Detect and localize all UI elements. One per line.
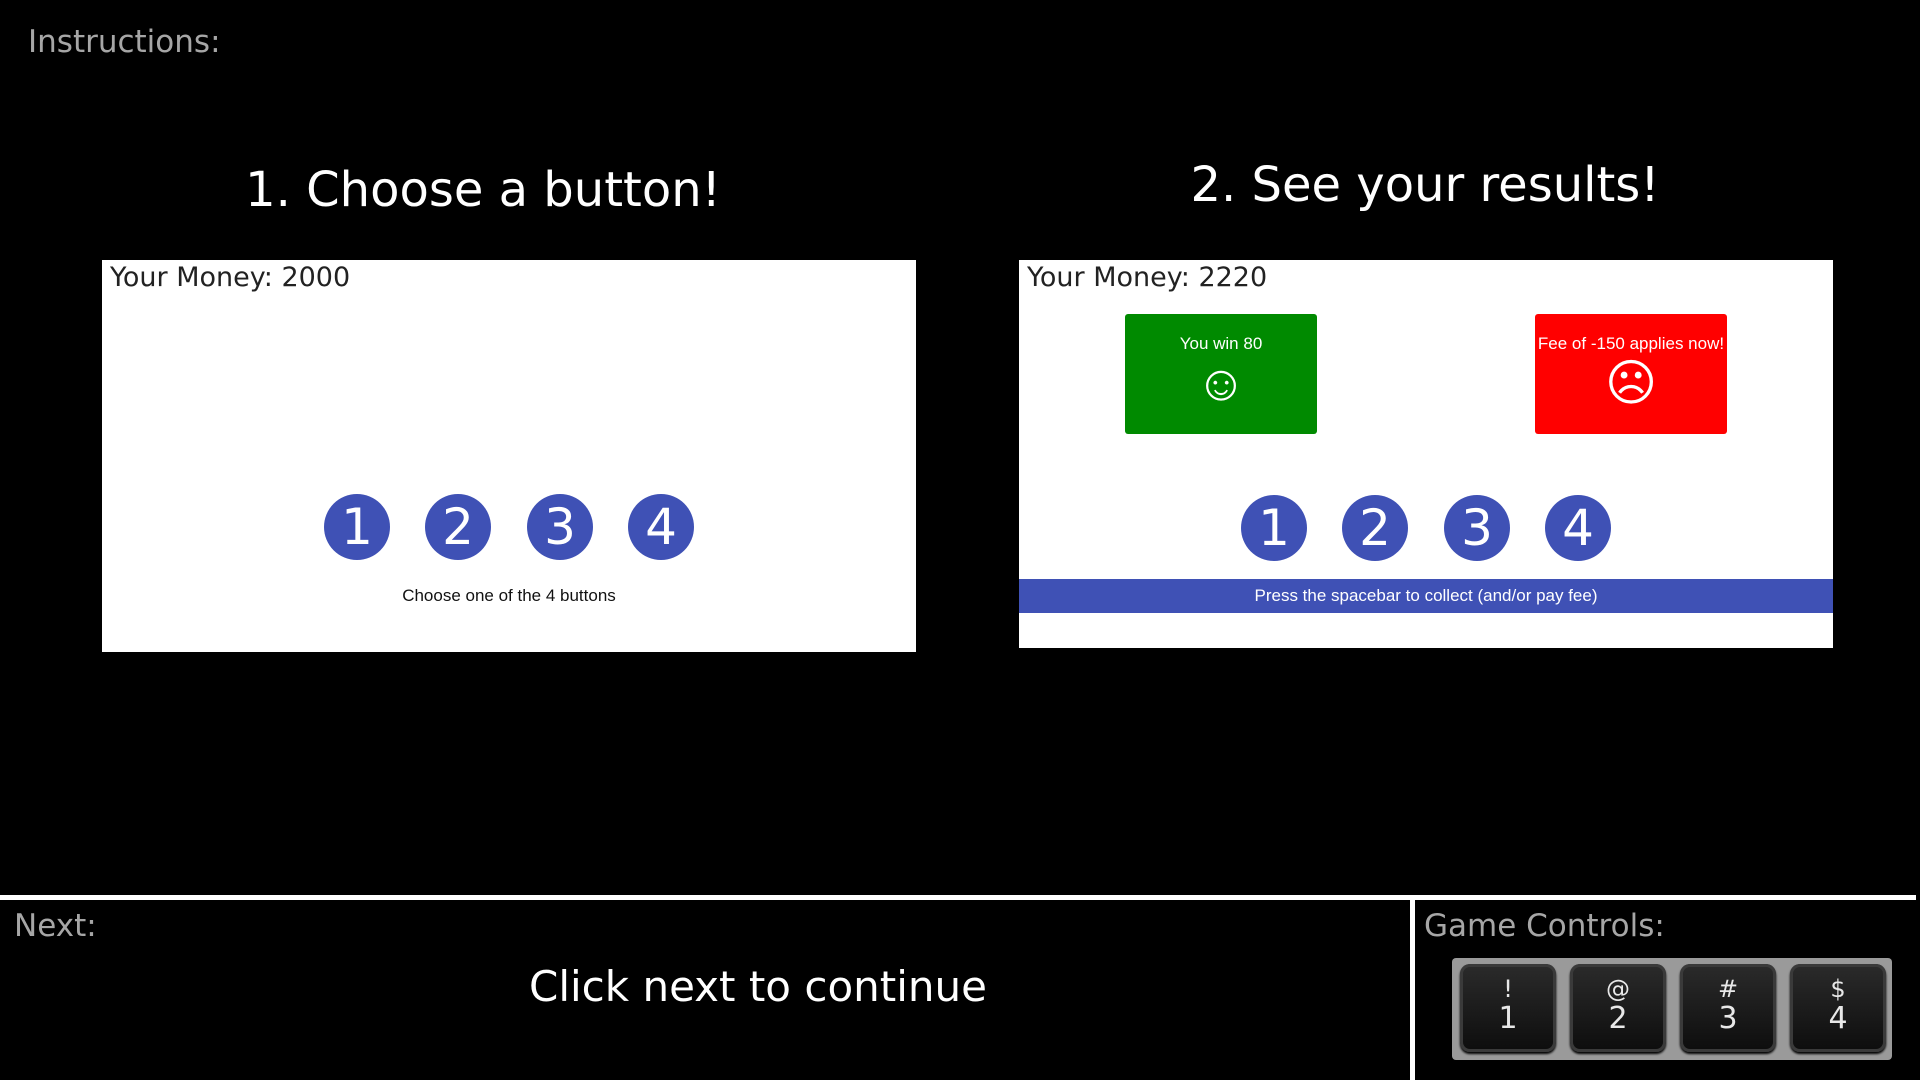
choice-button-1[interactable]: 1 xyxy=(1241,495,1307,561)
win-result-text: You win 80 xyxy=(1179,334,1263,353)
choice-button-4[interactable]: 4 xyxy=(628,494,694,560)
next-label: Next: xyxy=(14,908,97,944)
step2-panel: Your Money: 2220 You win 80 ☺ Fee of -15… xyxy=(1019,260,1833,648)
step1-panel: Your Money: 2000 1 2 3 4 Choose one of t… xyxy=(102,260,916,652)
choice-button-3[interactable]: 3 xyxy=(1444,495,1510,561)
money-display: Your Money: 2000 xyxy=(110,262,351,293)
game-controls-label: Game Controls: xyxy=(1424,908,1665,944)
next-instruction: Click next to continue xyxy=(529,962,987,1011)
key-3: # 3 xyxy=(1680,964,1776,1052)
footer-divider xyxy=(0,895,1916,900)
key-1: ! 1 xyxy=(1460,964,1556,1052)
keyboard-keys-image: ! 1 @ 2 # 3 $ 4 xyxy=(1452,958,1892,1060)
choice-button-2[interactable]: 2 xyxy=(1342,495,1408,561)
choice-button-3[interactable]: 3 xyxy=(527,494,593,560)
choose-hint: Choose one of the 4 buttons xyxy=(402,586,616,605)
smiley-face-icon: ☺ xyxy=(1195,355,1247,411)
key-2: @ 2 xyxy=(1570,964,1666,1052)
step2-title: 2. See your results! xyxy=(1190,157,1660,213)
choice-button-2[interactable]: 2 xyxy=(425,494,491,560)
fee-result-card: Fee of -150 applies now! ☹ xyxy=(1535,314,1727,434)
money-display: Your Money: 2220 xyxy=(1027,262,1268,293)
fee-result-text: Fee of -150 applies now! xyxy=(1537,334,1725,353)
key-4: $ 4 xyxy=(1790,964,1886,1052)
step1-title: 1. Choose a button! xyxy=(245,162,721,218)
spacebar-prompt: Press the spacebar to collect (and/or pa… xyxy=(1019,579,1833,613)
choice-button-4[interactable]: 4 xyxy=(1545,495,1611,561)
instructions-label: Instructions: xyxy=(28,24,221,60)
choice-button-1[interactable]: 1 xyxy=(324,494,390,560)
win-result-card: You win 80 ☺ xyxy=(1125,314,1317,434)
sad-face-icon: ☹ xyxy=(1604,355,1658,411)
